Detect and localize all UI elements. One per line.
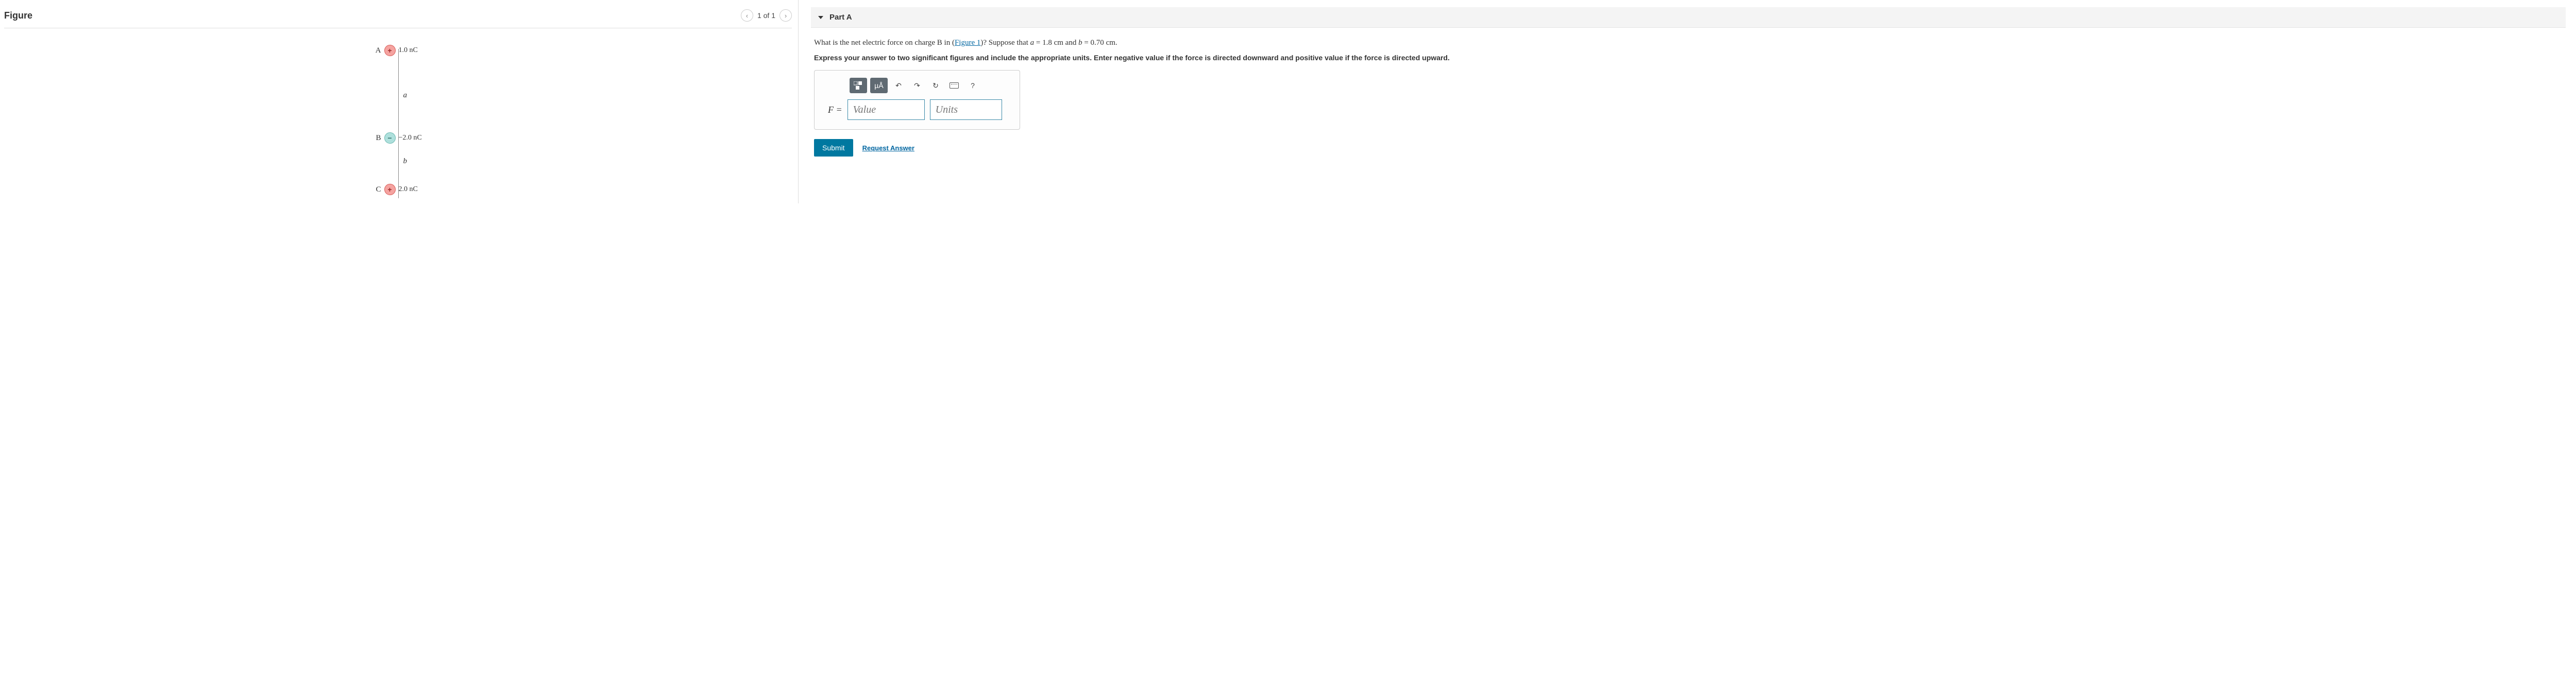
submit-button[interactable]: Submit [814,139,853,157]
part-header[interactable]: Part A [811,7,2566,28]
answer-box: µÅ ↶ ↷ ↻ ? F = [814,70,1020,130]
plus-icon: + [384,184,396,195]
answer-row: F = [828,99,1010,120]
value-input[interactable] [848,99,925,120]
charge-row-a: A + 1.0 nC [331,45,465,56]
q-and: and [1063,39,1078,47]
charge-a-label: A [367,46,381,55]
question-text: What is the net electric force on charge… [814,37,2563,49]
question-panel: Part A What is the net electric force on… [799,0,2576,203]
charge-b-label: B [367,134,381,143]
units-symbol-button[interactable]: µÅ [870,78,888,93]
undo-button[interactable]: ↶ [891,78,906,93]
segment-label-a: a [402,91,409,100]
redo-icon: ↷ [914,81,920,90]
answer-toolbar: µÅ ↶ ↷ ↻ ? [850,78,1010,93]
request-answer-link[interactable]: Request Answer [862,144,914,152]
charge-b-value: −2.0 nC [399,134,430,142]
minus-icon: − [384,132,396,144]
val-b: = 0.70 [1082,39,1106,47]
q-after-link: )? Suppose that [980,39,1030,47]
charge-c-label: C [367,185,381,194]
figure-canvas: A + 1.0 nC a B − −2.0 nC b C + 2.0 nC [331,40,465,199]
figure-title: Figure [4,10,32,21]
val-a: = 1.8 [1034,39,1054,47]
figure-axis-line [398,49,399,198]
figure-pager: ‹ 1 of 1 › [741,9,792,22]
chevron-down-icon [818,16,823,19]
q-period: . [1115,39,1117,47]
refresh-icon: ↻ [933,81,939,90]
segment-label-b: b [402,157,409,166]
answer-lhs: F = [828,105,842,115]
chevron-left-icon: ‹ [746,12,748,19]
charge-a-value: 1.0 nC [399,46,430,55]
templates-button[interactable] [850,78,867,93]
help-icon: ? [971,81,975,90]
reset-button[interactable]: ↻ [928,78,943,93]
part-title: Part A [829,13,852,22]
figure-next-button[interactable]: › [779,9,792,22]
figure-panel: Figure ‹ 1 of 1 › A + 1.0 nC a B − [0,0,799,203]
unit-a: cm [1054,39,1063,47]
figure-prev-button[interactable]: ‹ [741,9,753,22]
charge-row-b: B − −2.0 nC [331,132,465,144]
help-button[interactable]: ? [965,78,980,93]
q-charge: B [937,39,942,47]
keyboard-button[interactable] [946,78,962,93]
q-prefix: What is the net electric force on charge [814,39,937,47]
figure-pager-text: 1 of 1 [757,11,775,20]
charge-row-c: C + 2.0 nC [331,184,465,195]
figure-header: Figure ‹ 1 of 1 › [4,9,792,28]
figure-link[interactable]: Figure 1 [955,39,980,47]
charge-c-value: 2.0 nC [399,185,430,194]
templates-icon [854,81,863,90]
chevron-right-icon: › [785,12,787,19]
unit-b: cm [1106,39,1115,47]
units-symbol-label: µÅ [874,81,883,90]
answer-instructions: Express your answer to two significant f… [814,53,2563,63]
plus-icon: + [384,45,396,56]
var-a: a [1030,39,1035,47]
redo-button[interactable]: ↷ [909,78,925,93]
keyboard-icon [950,82,959,89]
units-input[interactable] [930,99,1002,120]
undo-icon: ↶ [895,81,902,90]
q-mid: in ( [942,39,955,47]
action-row: Submit Request Answer [814,139,2566,157]
var-b: b [1078,39,1082,47]
